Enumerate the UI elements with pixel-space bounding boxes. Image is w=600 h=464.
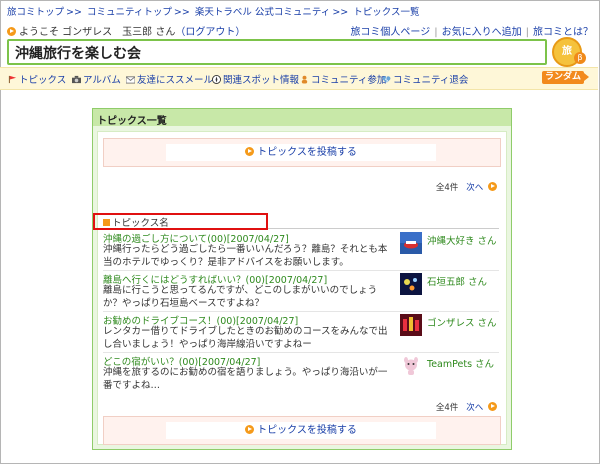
arrow-circle-icon [7,27,16,36]
author-link[interactable]: 沖縄大好き さん [427,233,497,247]
topic-row: 沖縄の過ごし方について(00)[2007/04/27] 沖縄行ったらどう過ごした… [103,230,499,271]
topic-excerpt: レンタカー借りてドライブしたときのお勧めのコースをみんなで出し合いましょう！やっ… [103,326,388,350]
link-divider: | [525,27,529,38]
topic-row: お勧めのドライブコース！(00)[2007/04/27] レンタカー借りてドライ… [103,312,499,353]
nav-join-community[interactable]: コミュニティ参加 [300,72,386,86]
nav-leave-community[interactable]: コミュニティ退会 [382,72,468,86]
community-title: 沖縄旅行を楽しむ会 [15,46,141,62]
nav-album-label: アルバム [83,75,121,86]
post-topic-label: トピックスを投稿する [257,425,357,436]
author-link[interactable]: TeamPets さん [427,356,494,370]
post-topic-box-bottom: トピックスを投稿する [103,416,501,445]
logout-link[interactable]: （ログアウト） [175,27,245,38]
festival-photo-thumbnail[interactable] [400,314,422,336]
community-title-box: 沖縄旅行を楽しむ会 [7,39,547,65]
mail-icon [126,76,135,84]
topic-row: どこの宿がいい？(00)[2007/04/27] 沖縄を旅するのにお勧めの宿を語… [103,353,499,394]
nav-recommend-mail-label: 友達にススメール [137,75,214,86]
random-button[interactable]: ランダム [542,71,589,84]
next-arrow-icon[interactable] [488,402,497,411]
topic-row: 離島へ行くにはどうすればいい？(00)[2007/04/27] 離島に行こうと思… [103,271,499,312]
pager-top: 全4件 次へ [436,181,500,193]
link-divider: | [434,27,438,38]
topic-excerpt: 離島に行こうと思ってるんですが、どこのしまがいいのでしょうか？やっぱり石垣島ベー… [103,285,378,309]
breadcrumb-separator: >> [173,7,190,18]
panel-title: トピックス一覧 [97,116,167,127]
nav-related-spots-label: 関連スポット情報 [223,75,300,86]
breadcrumb-item-topics-list[interactable]: トピックス一覧 [353,7,419,18]
topic-title-link[interactable]: 離島へ行くにはどうすればいい？(00)[2007/04/27] [103,272,327,286]
nav-related-spots[interactable]: 関連スポット情報 [212,72,299,86]
top-links: 旅コミ個人ページ | お気に入りへ追加 | 旅コミとは？ [350,23,593,38]
sea-photo-thumbnail[interactable] [400,232,422,254]
total-count: 全4件 [435,183,459,193]
welcome-line: ようこそ ゴンザレス 玉三郎 さん（ログアウト） [7,23,245,38]
flag-icon [8,75,17,84]
nav-recommend-mail[interactable]: 友達にススメール [126,72,213,86]
breadcrumb-item-tabicomi-top[interactable]: 旅コミトップ [7,7,64,18]
breadcrumb-item-community-top[interactable]: コミュニティトップ [87,7,172,18]
nav-topics-label: トピックス [19,75,67,86]
night-photo-thumbnail[interactable] [400,273,422,295]
topic-title-link[interactable]: どこの宿がいい？(00)[2007/04/27] [103,354,260,368]
pager-bottom: 全4件 次へ [436,401,500,413]
post-topic-box-top: トピックスを投稿する [103,138,501,167]
panel-header: トピックス一覧 [93,109,511,127]
highlight-annotation-box [93,213,268,230]
breadcrumb-item-rakuten-official[interactable]: 楽天トラベル 公式コミュニティ [195,7,330,18]
post-topic-button-top[interactable]: トピックスを投稿する [166,144,436,161]
arrow-circle-icon [245,147,255,156]
community-nav: トピックス アルバム 友達にススメール 関連スポット情報 コミュニティ参加 コミ… [0,67,598,90]
camera-icon [72,75,81,84]
breadcrumb-separator: >> [66,7,82,18]
add-favorite-link[interactable]: お気に入りへ追加 [442,27,522,38]
next-link-bottom[interactable]: 次へ [466,403,483,413]
broken-heart-icon [382,76,391,84]
person-icon [301,75,308,84]
personal-page-link[interactable]: 旅コミ個人ページ [350,27,430,38]
post-topic-label: トピックスを投稿する [257,147,357,158]
nav-album[interactable]: アルバム [72,72,121,86]
pet-photo-thumbnail[interactable] [400,355,422,377]
total-count: 全4件 [435,403,459,413]
nav-topics[interactable]: トピックス [8,72,66,86]
topics-panel: トピックス一覧 トピックスを投稿する 全4件 次へ トピックス名 沖縄の過ごし方に… [92,108,512,450]
arrow-circle-icon [245,425,255,434]
logo-badge: β [574,52,586,64]
next-arrow-icon[interactable] [488,182,497,191]
topic-excerpt: 沖縄を旅するのにお勧めの宿を語りましょう。やっぱり海沿いが一番ですよね… [103,367,388,391]
author-link[interactable]: 石垣五郎 さん [427,274,487,288]
welcome-text: ようこそ ゴンザレス 玉三郎 さん [19,27,176,38]
nav-join-community-label: コミュニティ参加 [311,75,387,86]
next-link-top[interactable]: 次へ [466,183,483,193]
author-link[interactable]: ゴンザレス さん [427,315,497,329]
breadcrumb: 旅コミトップ >> コミュニティトップ >> 楽天トラベル 公式コミュニティ >> ト… [7,4,419,18]
topic-title-link[interactable]: お勧めのドライブコース！(00)[2007/04/27] [103,313,298,327]
nav-leave-community-label: コミュニティ退会 [393,75,469,86]
breadcrumb-separator: >> [332,7,349,18]
post-topic-button-bottom[interactable]: トピックスを投稿する [166,422,436,439]
topic-title-link[interactable]: 沖縄の過ごし方について(00)[2007/04/27] [103,231,289,245]
compass-icon [212,75,221,84]
panel-body: トピックスを投稿する 全4件 次へ トピックス名 沖縄の過ごし方について(00)[… [97,131,507,445]
topic-excerpt: 沖縄行ったらどう過ごしたら一番いいんだろう？離島？それとも本当のホテルでゆっくり… [103,244,388,268]
